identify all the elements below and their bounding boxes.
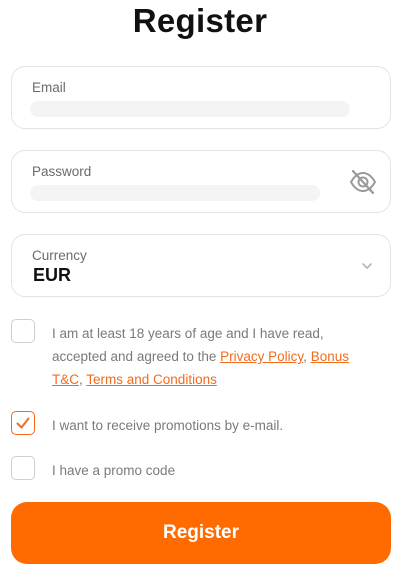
separator: ,: [303, 349, 311, 364]
promotions-checkbox[interactable]: [11, 411, 35, 435]
page-title: Register: [132, 2, 268, 39]
email-value-obscured: [30, 101, 350, 117]
currency-value: EUR: [33, 265, 72, 285]
promo-code-text: I have a promo code: [52, 463, 176, 478]
promo-code-checkbox[interactable]: [11, 456, 35, 480]
password-value-obscured: [30, 185, 320, 201]
currency-select[interactable]: Currency EUR: [11, 234, 391, 297]
age-terms-checkbox[interactable]: [11, 319, 35, 343]
terms-conditions-link[interactable]: Terms and Conditions: [86, 372, 217, 387]
currency-label: Currency: [32, 248, 87, 263]
age-terms-text: I am at least 18 years of age and I have…: [52, 322, 372, 391]
privacy-policy-link[interactable]: Privacy Policy: [220, 349, 303, 364]
email-label: Email: [32, 80, 66, 95]
register-button[interactable]: Register: [11, 502, 391, 564]
promotions-text: I want to receive promotions by e-mail.: [52, 418, 284, 433]
check-icon: [16, 417, 30, 429]
eye-off-icon[interactable]: [348, 167, 378, 197]
password-field[interactable]: Password: [11, 150, 391, 213]
password-label: Password: [32, 164, 92, 179]
email-field[interactable]: Email: [11, 66, 391, 129]
chevron-down-icon: [360, 259, 374, 273]
